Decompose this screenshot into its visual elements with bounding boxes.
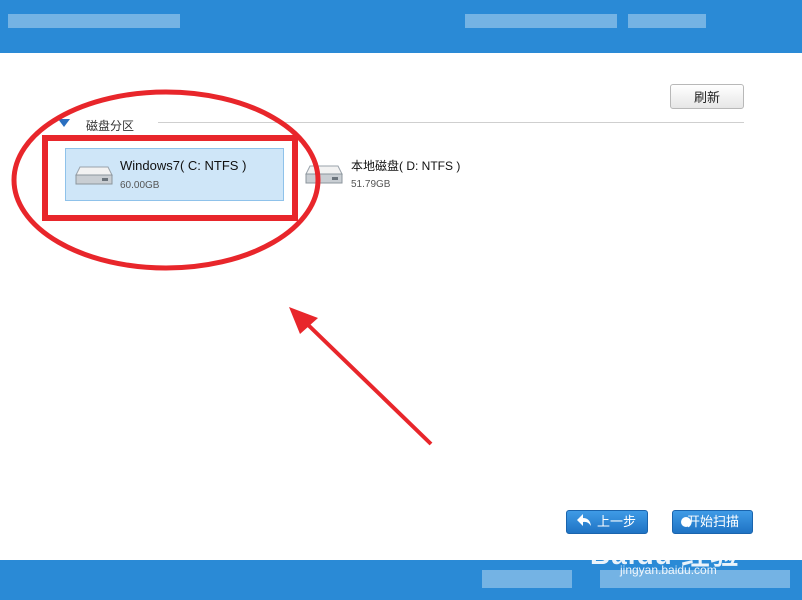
refresh-button[interactable]: 刷新 [670, 84, 744, 109]
drive-icon [74, 163, 114, 192]
drive-icon [304, 162, 344, 191]
blurred-status-item [482, 570, 572, 588]
watermark-logo: Baidu 经验 jingyan.baidu.com [590, 533, 740, 577]
watermark-url: jingyan.baidu.com [620, 563, 717, 577]
disk-size: 60.00GB [120, 180, 160, 191]
section-title: 磁盘分区 [86, 119, 135, 133]
start-scan-button[interactable]: 开始扫描 [672, 510, 753, 534]
title-bar [0, 0, 802, 53]
blurred-header-item [465, 14, 617, 28]
back-label: 上一步 [597, 514, 637, 529]
blurred-title [8, 14, 180, 28]
disk-name: Windows7( C: NTFS ) [120, 158, 247, 173]
disk-partition-c[interactable]: Windows7( C: NTFS ) 60.00GB [65, 148, 284, 201]
section-divider [158, 122, 744, 123]
start-label: 开始扫描 [687, 514, 740, 529]
blurred-header-item [628, 14, 706, 28]
disk-partition-d[interactable]: 本地磁盘( D: NTFS ) 51.79GB [300, 148, 500, 201]
disk-name: 本地磁盘( D: NTFS ) [351, 159, 461, 173]
back-button[interactable]: 上一步 [566, 510, 648, 534]
triangle-down-icon[interactable] [58, 119, 70, 127]
disk-size: 51.79GB [351, 179, 391, 190]
